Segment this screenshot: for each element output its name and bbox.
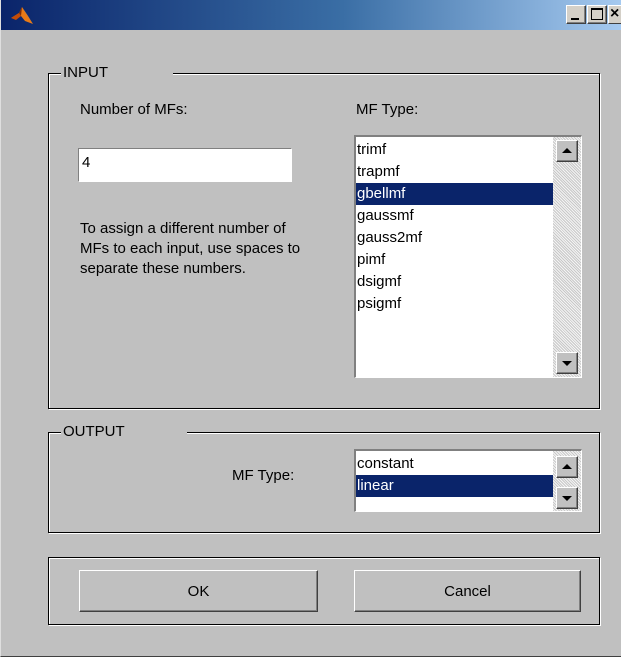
cancel-button[interactable]: Cancel bbox=[354, 570, 581, 612]
minimize-button[interactable] bbox=[566, 5, 586, 24]
input-list-scroll-down-button[interactable] bbox=[556, 352, 578, 374]
arrow-down-icon bbox=[562, 496, 572, 501]
output-list-scrollbar[interactable] bbox=[553, 451, 581, 511]
output-frame-legend: OUTPUT bbox=[61, 423, 187, 441]
list-item[interactable]: psigmf bbox=[356, 293, 553, 315]
input-list-scrollbar[interactable] bbox=[553, 137, 581, 377]
output-mf-type-label: MF Type: bbox=[232, 467, 295, 484]
output-list-scroll-down-button[interactable] bbox=[556, 487, 578, 509]
minimize-icon bbox=[571, 18, 579, 20]
number-of-mfs-field[interactable]: 4 bbox=[78, 148, 292, 182]
arrow-up-icon bbox=[562, 148, 572, 153]
maximize-button[interactable] bbox=[587, 5, 607, 24]
help-text: To assign a different number of MFs to e… bbox=[80, 220, 301, 277]
input-mf-type-label: MF Type: bbox=[356, 101, 419, 118]
dialog-window: × INPUT Number of MFs: MF Type: 4 To ass… bbox=[0, 0, 621, 657]
list-item[interactable]: constant bbox=[356, 453, 553, 475]
list-item[interactable]: trimf bbox=[356, 139, 553, 161]
input-frame-legend: INPUT bbox=[61, 64, 173, 82]
arrow-up-icon bbox=[562, 464, 572, 469]
output-mf-type-listbox[interactable]: constant linear bbox=[354, 449, 582, 512]
list-item[interactable]: trapmf bbox=[356, 161, 553, 183]
number-of-mfs-label: Number of MFs: bbox=[80, 101, 188, 118]
arrow-down-icon bbox=[562, 361, 572, 366]
title-bar[interactable]: × bbox=[1, 0, 621, 30]
close-button[interactable]: × bbox=[608, 5, 621, 24]
matlab-logo-icon bbox=[11, 7, 33, 24]
input-mf-type-items: trimf trapmf gbellmf gaussmf gauss2mf pimf dsi… bbox=[356, 139, 553, 315]
output-list-scroll-up-button[interactable] bbox=[556, 456, 578, 478]
output-mf-type-items: constant linear bbox=[356, 453, 553, 497]
list-item[interactable]: gaussmf bbox=[356, 205, 553, 227]
list-item[interactable]: gbellmf bbox=[356, 183, 553, 205]
input-list-scroll-up-button[interactable] bbox=[556, 140, 578, 162]
input-mf-type-listbox[interactable]: trimf trapmf gbellmf gaussmf gauss2mf pimf dsi… bbox=[354, 135, 582, 378]
maximize-icon bbox=[591, 8, 603, 20]
list-item[interactable]: dsigmf bbox=[356, 271, 553, 293]
list-item[interactable]: gauss2mf bbox=[356, 227, 553, 249]
close-icon: × bbox=[610, 5, 620, 22]
list-item[interactable]: linear bbox=[356, 475, 553, 497]
list-item[interactable]: pimf bbox=[356, 249, 553, 271]
ok-button[interactable]: OK bbox=[79, 570, 318, 612]
